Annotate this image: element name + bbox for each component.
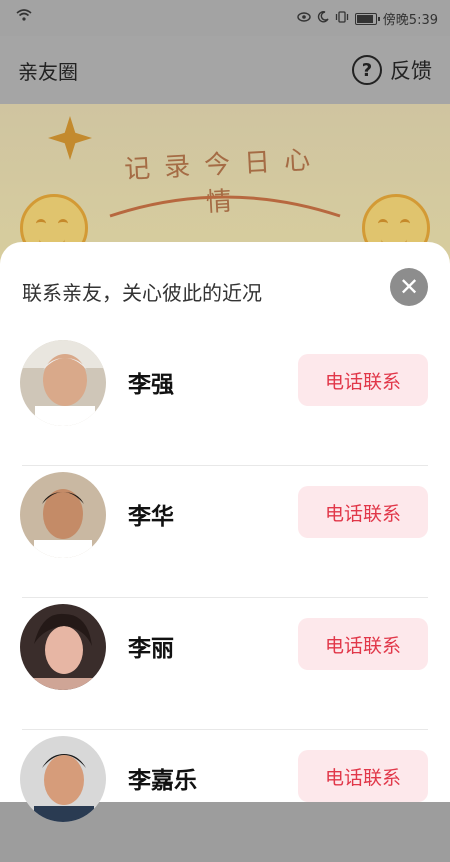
call-button[interactable]: 电话联系 xyxy=(298,618,428,670)
wifi-icon xyxy=(16,9,32,25)
contact-name: 李强 xyxy=(128,372,174,398)
avatar xyxy=(20,604,106,690)
call-button[interactable]: 电话联系 xyxy=(298,354,428,406)
feedback-button[interactable]: ? 反馈 xyxy=(352,55,432,85)
contact-row: 李嘉乐 电话联系 xyxy=(0,730,450,862)
close-button[interactable]: ✕ xyxy=(390,268,428,306)
contact-name: 李华 xyxy=(128,504,174,530)
clock-text: 傍晚5:39 xyxy=(382,13,438,28)
banner-arc xyxy=(109,195,341,218)
status-bar: 傍晚5:39 xyxy=(0,0,450,36)
avatar xyxy=(20,340,106,426)
avatar xyxy=(20,736,106,822)
sparkle-icon xyxy=(48,116,92,160)
avatar xyxy=(20,472,106,558)
sheet-title: 联系亲友，关心彼此的近况 xyxy=(22,281,262,305)
contact-row: 李丽 电话联系 xyxy=(0,598,450,730)
call-button[interactable]: 电话联系 xyxy=(298,486,428,538)
battery-icon xyxy=(354,12,380,25)
contact-name: 李嘉乐 xyxy=(128,768,197,794)
contact-name: 李丽 xyxy=(128,636,174,662)
app-bar: 亲友圈 ? 反馈 xyxy=(0,36,450,104)
contact-row: 李强 电话联系 xyxy=(0,334,450,466)
contact-row: 李华 电话联系 xyxy=(0,466,450,598)
feedback-label: 反馈 xyxy=(390,59,432,83)
vibrate-icon xyxy=(335,10,349,27)
help-icon: ? xyxy=(352,55,382,85)
call-button[interactable]: 电话联系 xyxy=(298,750,428,802)
moon-icon xyxy=(317,10,329,27)
page-title: 亲友圈 xyxy=(18,59,78,84)
eye-icon xyxy=(297,11,311,26)
contacts-sheet: 联系亲友，关心彼此的近况 ✕ 李强 电话联系 李华 电话联系 李丽 电话联系 李… xyxy=(0,242,450,822)
